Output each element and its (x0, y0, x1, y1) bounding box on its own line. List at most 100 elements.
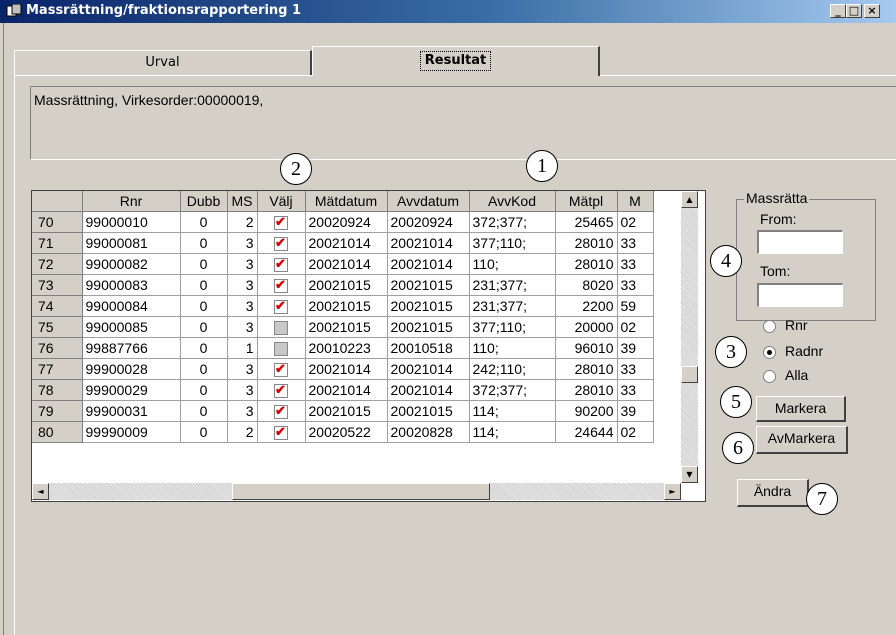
row-header[interactable]: 79 (32, 400, 83, 422)
matpl-cell[interactable]: 90200 (555, 400, 618, 422)
valj-cell[interactable] (257, 295, 306, 317)
avvkod-cell[interactable]: 114; (469, 400, 556, 422)
matpl-cell[interactable]: 28010 (555, 232, 618, 254)
row-header[interactable]: 75 (32, 316, 83, 338)
ms-cell[interactable]: 3 (227, 358, 258, 380)
avvkod-cell[interactable]: 110; (469, 337, 556, 359)
rnr-cell[interactable]: 99000081 (82, 232, 181, 254)
valj-cell[interactable] (257, 379, 306, 401)
rnr-cell[interactable]: 99900028 (82, 358, 181, 380)
ms-cell[interactable]: 2 (227, 421, 258, 443)
avvkod-cell[interactable]: 110; (469, 253, 556, 275)
ms-cell[interactable]: 3 (227, 232, 258, 254)
matpl-cell[interactable]: 25465 (555, 211, 618, 233)
column-header[interactable]: M (617, 191, 654, 212)
row-header[interactable]: 72 (32, 253, 83, 275)
valj-cell[interactable] (257, 232, 306, 254)
rnr-cell[interactable]: 99900029 (82, 379, 181, 401)
scroll-up-arrow-icon[interactable]: ▲ (681, 191, 698, 208)
rnr-cell[interactable]: 99000083 (82, 274, 181, 296)
row-header[interactable]: 71 (32, 232, 83, 254)
checked-checkbox-icon[interactable] (274, 214, 288, 231)
radio-rnr[interactable] (763, 320, 776, 333)
avvdatum-cell[interactable]: 20010518 (387, 337, 470, 359)
matpl-cell[interactable]: 28010 (555, 379, 618, 401)
andra-button[interactable]: Ändra (737, 479, 809, 507)
rnr-cell[interactable]: 99000010 (82, 211, 181, 233)
table-row[interactable]: 8099990009022002052220020828114;2464402 (32, 421, 654, 443)
matdatum-cell[interactable]: 20020522 (305, 421, 388, 443)
matpl-cell[interactable]: 2200 (555, 295, 618, 317)
column-header[interactable]: Välj (257, 191, 306, 212)
row-header[interactable]: 76 (32, 337, 83, 359)
ms-cell[interactable]: 3 (227, 253, 258, 275)
matdatum-cell[interactable]: 20021015 (305, 274, 388, 296)
from-input[interactable] (757, 230, 843, 254)
matpl-cell[interactable]: 20000 (555, 316, 618, 338)
matdatum-cell[interactable]: 20010223 (305, 337, 388, 359)
dubb-cell[interactable]: 0 (180, 421, 228, 443)
horizontal-scrollbar[interactable]: ◄ ► (32, 483, 681, 500)
matpl-cell[interactable]: 28010 (555, 253, 618, 275)
row-header[interactable]: 74 (32, 295, 83, 317)
valj-cell[interactable] (257, 211, 306, 233)
dubb-cell[interactable]: 0 (180, 295, 228, 317)
matdatum-cell[interactable]: 20021014 (305, 232, 388, 254)
checked-checkbox-icon[interactable] (274, 361, 288, 378)
tom-input[interactable] (757, 283, 843, 307)
radio-radnr[interactable] (763, 346, 776, 359)
vertical-scrollbar[interactable]: ▲ ▼ (681, 191, 698, 483)
horizontal-scroll-thumb[interactable] (232, 483, 490, 500)
avvkod-cell[interactable]: 242;110; (469, 358, 556, 380)
m-cell[interactable]: 33 (617, 253, 654, 275)
ms-cell[interactable]: 3 (227, 274, 258, 296)
m-cell[interactable]: 33 (617, 379, 654, 401)
valj-cell[interactable] (257, 400, 306, 422)
column-header[interactable]: AvvKod (469, 191, 556, 212)
matpl-cell[interactable]: 24644 (555, 421, 618, 443)
avvdatum-cell[interactable]: 20020924 (387, 211, 470, 233)
avvdatum-cell[interactable]: 20021014 (387, 232, 470, 254)
row-header[interactable]: 80 (32, 421, 83, 443)
avvdatum-cell[interactable]: 20021015 (387, 316, 470, 338)
table-row[interactable]: 7099000010022002092420020924372;377;2546… (32, 211, 654, 233)
row-header[interactable]: 73 (32, 274, 83, 296)
radio-alla[interactable] (763, 370, 776, 383)
row-header[interactable]: 70 (32, 211, 83, 233)
rnr-cell[interactable]: 99887766 (82, 337, 181, 359)
checked-checkbox-icon[interactable] (274, 256, 288, 273)
valj-cell[interactable] (257, 337, 306, 359)
valj-cell[interactable] (257, 421, 306, 443)
result-grid[interactable]: Rnr Dubb MS Välj Mätdatum Avvdatum AvvKod Mätpl… (31, 190, 706, 502)
valj-cell[interactable] (257, 253, 306, 275)
table-row[interactable]: 7999900031032002101520021015114;9020039 (32, 400, 654, 422)
rnr-cell[interactable]: 99990009 (82, 421, 181, 443)
column-header[interactable]: Dubb (180, 191, 228, 212)
valj-cell[interactable] (257, 274, 306, 296)
checked-checkbox-icon[interactable] (274, 382, 288, 399)
matpl-cell[interactable]: 8020 (555, 274, 618, 296)
avvdatum-cell[interactable]: 20021014 (387, 253, 470, 275)
m-cell[interactable]: 02 (617, 316, 654, 338)
avvdatum-cell[interactable]: 20021015 (387, 274, 470, 296)
ms-cell[interactable]: 1 (227, 337, 258, 359)
ms-cell[interactable]: 3 (227, 295, 258, 317)
dubb-cell[interactable]: 0 (180, 379, 228, 401)
rnr-cell[interactable]: 99000084 (82, 295, 181, 317)
rnr-cell[interactable]: 99000082 (82, 253, 181, 275)
avvdatum-cell[interactable]: 20021015 (387, 400, 470, 422)
avvdatum-cell[interactable]: 20021015 (387, 295, 470, 317)
checked-checkbox-icon[interactable] (274, 403, 288, 420)
checked-checkbox-icon[interactable] (274, 277, 288, 294)
dubb-cell[interactable]: 0 (180, 253, 228, 275)
scroll-down-arrow-icon[interactable]: ▼ (681, 466, 698, 483)
ms-cell[interactable]: 3 (227, 316, 258, 338)
avvdatum-cell[interactable]: 20020828 (387, 421, 470, 443)
m-cell[interactable]: 02 (617, 421, 654, 443)
ms-cell[interactable]: 3 (227, 400, 258, 422)
avvkod-cell[interactable]: 231;377; (469, 274, 556, 296)
table-row[interactable]: 7499000084032002101520021015231;377;2200… (32, 295, 654, 317)
dubb-cell[interactable]: 0 (180, 232, 228, 254)
column-header[interactable]: Mätdatum (305, 191, 388, 212)
m-cell[interactable]: 33 (617, 274, 654, 296)
